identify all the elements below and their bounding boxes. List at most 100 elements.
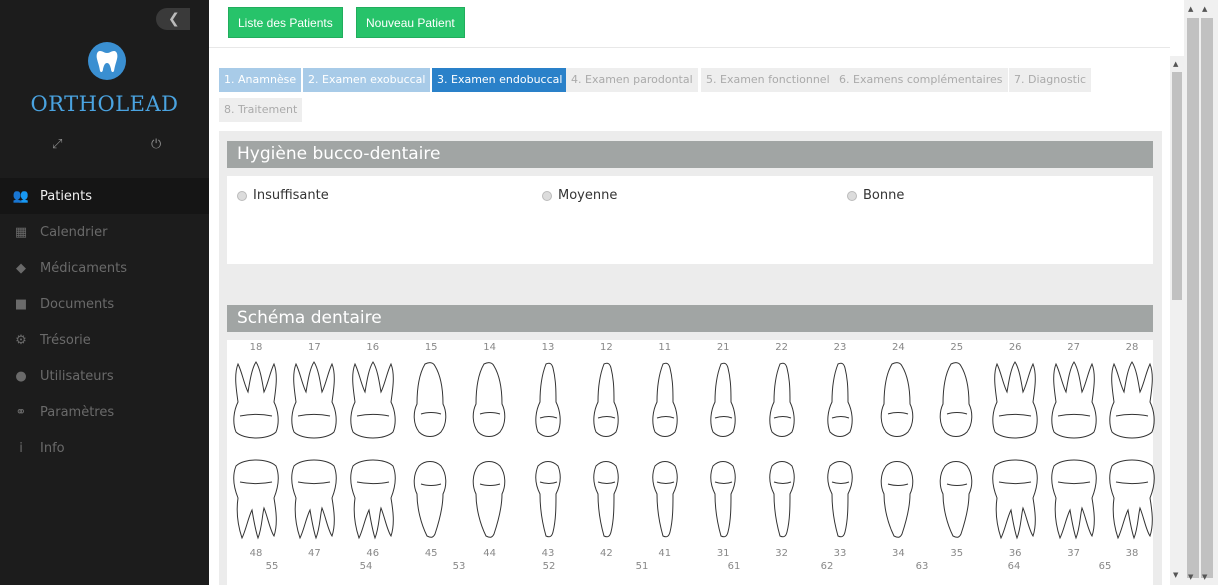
page-scrollbar-thumb[interactable] xyxy=(1187,18,1199,578)
sidebar-item-label: Documents xyxy=(40,296,115,312)
sidebar-nav: 👥 Patients ▦ Calendrier ◆ Médicaments ■ Documen… xyxy=(0,178,209,466)
power-icon[interactable]: ⏻ xyxy=(151,137,161,152)
sidebar-item-tresorie[interactable]: ⚙ Trésorie xyxy=(0,322,209,358)
upper-tooth[interactable] xyxy=(1106,358,1158,448)
lower-tooth[interactable] xyxy=(230,456,282,546)
lower-tooth[interactable] xyxy=(405,456,457,546)
step-tab-8[interactable]: 8. Traitement xyxy=(219,98,303,122)
page-scroll-down-icon-2[interactable]: ▼ xyxy=(1202,573,1207,581)
step-tab-7[interactable]: 7. Diagnostic xyxy=(1009,68,1092,92)
lower-tooth[interactable] xyxy=(989,456,1041,546)
scroll-down-icon[interactable]: ▼ xyxy=(1173,571,1178,579)
upper-tooth[interactable] xyxy=(1048,358,1100,448)
tooth-number-lower: 46 xyxy=(366,548,380,559)
upper-tooth[interactable] xyxy=(697,358,749,448)
upper-tooth[interactable] xyxy=(580,358,632,448)
sidebar-item-parametres[interactable]: ⚭ Paramètres xyxy=(0,394,209,430)
tooth-number-upper: 14 xyxy=(483,342,496,353)
lower-tooth[interactable] xyxy=(347,456,399,546)
lower-tooth[interactable] xyxy=(697,456,749,546)
tooth-number-upper: 17 xyxy=(308,342,321,353)
lower-tooth[interactable] xyxy=(522,456,574,546)
patients-icon: 👥 xyxy=(12,188,30,204)
tooth-number-upper: 28 xyxy=(1125,342,1139,353)
upper-tooth[interactable] xyxy=(639,358,691,448)
tooth-number-lower: 37 xyxy=(1067,548,1080,559)
step-tab-1[interactable]: 1. Anamnèse xyxy=(219,68,302,92)
page-scroll-up-icon-2[interactable]: ▲ xyxy=(1202,5,1207,13)
sidebar-item-utilisateurs[interactable]: ● Utilisateurs xyxy=(0,358,209,394)
sidebar-collapse-button[interactable]: ❮ xyxy=(156,8,190,30)
step-tab-6[interactable]: 6. Examens complémentaires xyxy=(834,68,1008,92)
upper-tooth[interactable] xyxy=(464,358,516,448)
lower-tooth[interactable] xyxy=(814,456,866,546)
page-scrollbar-thumb-secondary[interactable] xyxy=(1201,18,1213,578)
user-icon: ● xyxy=(15,368,27,384)
patients-list-button[interactable]: Liste des Patients xyxy=(228,7,343,38)
radio-moyenne[interactable]: Moyenne xyxy=(542,188,617,203)
tooth-number-upper: 27 xyxy=(1067,342,1080,353)
step-tab-2[interactable]: 2. Examen exobuccal xyxy=(303,68,431,92)
radio-bonne[interactable]: Bonne xyxy=(847,188,904,203)
lower-tooth[interactable] xyxy=(872,456,924,546)
radio-dot xyxy=(237,190,247,201)
tooth-number-deciduous: 51 xyxy=(635,561,649,572)
tooth-number-lower: 31 xyxy=(716,548,730,559)
tooth-number-lower: 48 xyxy=(249,548,263,559)
content-scrollbar-thumb[interactable] xyxy=(1172,72,1182,300)
tooth-number-lower: 42 xyxy=(600,548,613,559)
upper-tooth[interactable] xyxy=(872,358,924,448)
lower-tooth[interactable] xyxy=(931,456,983,546)
sidebar-item-patients[interactable]: 👥 Patients xyxy=(0,178,209,214)
step-tab-5[interactable]: 5. Examen fonctionnel xyxy=(701,68,835,92)
lower-tooth[interactable] xyxy=(288,456,340,546)
tooth-number-lower: 38 xyxy=(1125,548,1139,559)
upper-tooth[interactable] xyxy=(347,358,399,448)
tooth-number-deciduous: 65 xyxy=(1098,561,1112,572)
hygiene-panel xyxy=(227,176,1153,264)
lower-tooth[interactable] xyxy=(580,456,632,546)
tooth-number-upper: 12 xyxy=(600,342,613,353)
upper-tooth[interactable] xyxy=(814,358,866,448)
tooth-number-upper: 25 xyxy=(950,342,964,353)
upper-tooth[interactable] xyxy=(756,358,808,448)
lower-tooth[interactable] xyxy=(1048,456,1100,546)
upper-tooth[interactable] xyxy=(405,358,457,448)
hygiene-section-title: Hygiène bucco-dentaire xyxy=(227,141,1153,168)
lower-tooth[interactable] xyxy=(639,456,691,546)
calendar-icon: ▦ xyxy=(14,224,28,240)
upper-tooth[interactable] xyxy=(989,358,1041,448)
radio-insuffisante[interactable]: Insuffisante xyxy=(237,188,329,203)
lower-tooth[interactable] xyxy=(1106,456,1158,546)
upper-tooth[interactable] xyxy=(288,358,340,448)
page-scroll-up-icon[interactable]: ▲ xyxy=(1188,5,1193,13)
lower-tooth[interactable] xyxy=(464,456,516,546)
tooth-number-upper: 11 xyxy=(658,342,672,353)
radio-label: Bonne xyxy=(863,188,905,203)
fullscreen-icon[interactable]: ⤢ xyxy=(52,137,62,152)
sidebar-item-label: Utilisateurs xyxy=(40,368,114,384)
treasury-icon: ⚙ xyxy=(15,332,27,348)
sidebar-item-label: Paramètres xyxy=(40,404,115,420)
tooth-number-upper: 15 xyxy=(424,342,438,353)
tooth-number-upper: 24 xyxy=(892,342,905,353)
lower-tooth[interactable] xyxy=(756,456,808,546)
upper-tooth[interactable] xyxy=(230,358,282,448)
step-tab-3[interactable]: 3. Examen endobuccal xyxy=(432,68,568,92)
sidebar-item-info[interactable]: i Info xyxy=(0,430,209,466)
sidebar-item-medicaments[interactable]: ◆ Médicaments xyxy=(0,250,209,286)
new-patient-button[interactable]: Nouveau Patient xyxy=(356,7,465,38)
upper-tooth[interactable] xyxy=(931,358,983,448)
settings-icon: ⚭ xyxy=(15,404,27,420)
tooth-number-lower: 36 xyxy=(1008,548,1022,559)
radio-label: Insuffisante xyxy=(253,188,329,203)
tooth-number-lower: 32 xyxy=(775,548,788,559)
sidebar-item-calendrier[interactable]: ▦ Calendrier xyxy=(0,214,209,250)
sidebar-item-documents[interactable]: ■ Documents xyxy=(0,286,209,322)
tooth-number-deciduous: 54 xyxy=(359,561,373,572)
upper-tooth[interactable] xyxy=(522,358,574,448)
scroll-up-icon[interactable]: ▲ xyxy=(1173,60,1178,68)
tooth-number-lower: 45 xyxy=(424,548,438,559)
step-tab-4[interactable]: 4. Examen parodontal xyxy=(566,68,698,92)
page-scroll-down-icon[interactable]: ▼ xyxy=(1188,573,1193,581)
